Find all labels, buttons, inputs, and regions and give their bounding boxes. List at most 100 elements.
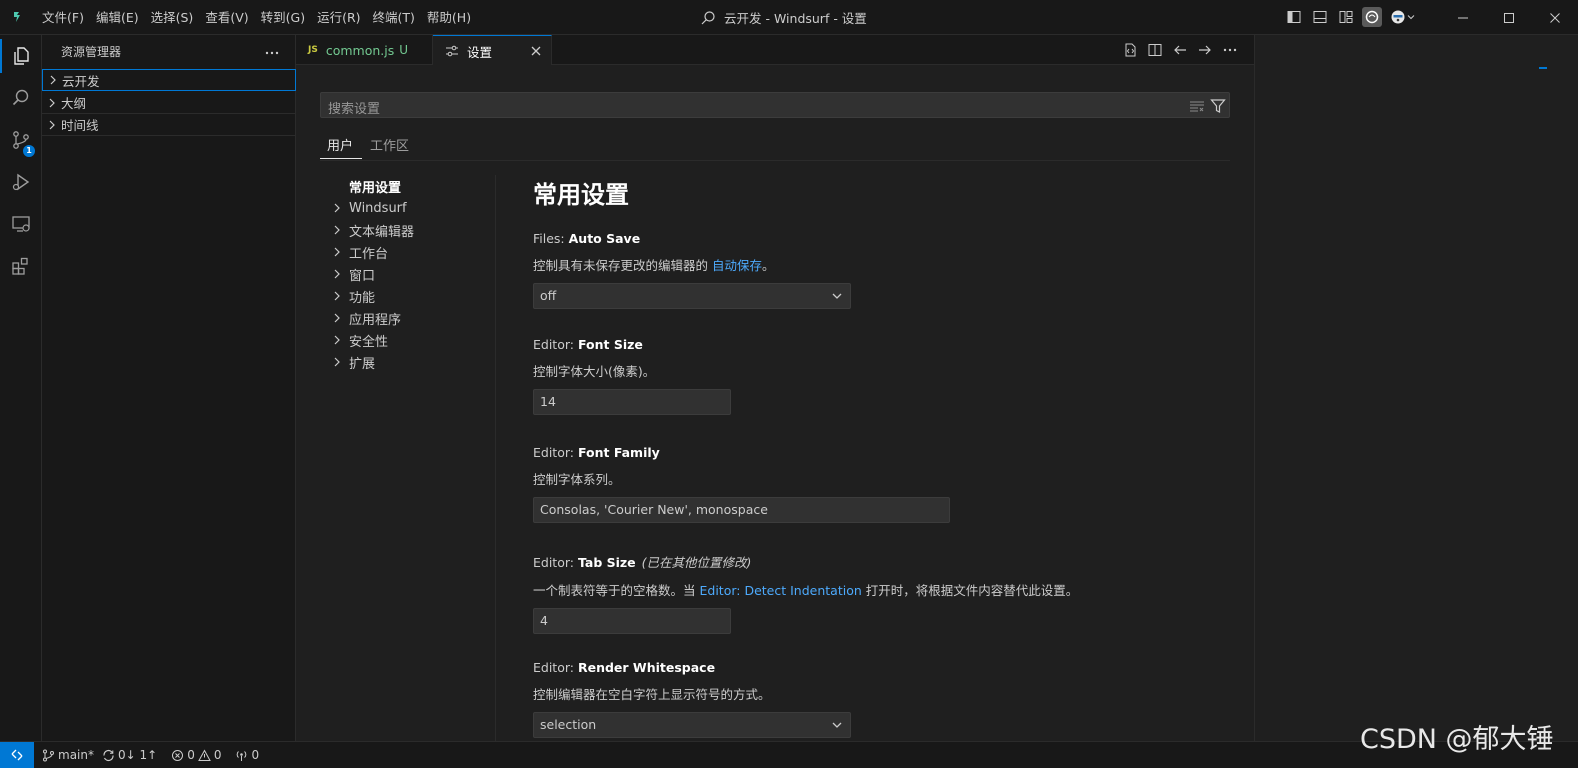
menu-selection[interactable]: 选择(S) (145, 0, 200, 35)
explorer-sidebar: 资源管理器 云开发 大纲 时间线 (42, 35, 296, 741)
font-family-input[interactable]: Consolas, 'Courier New', monospace (533, 497, 950, 523)
chevron-down-icon (832, 722, 842, 728)
menu-go[interactable]: 转到(G) (255, 0, 311, 35)
toc-item-features[interactable]: 功能 (330, 285, 490, 307)
git-branch-icon (43, 749, 54, 761)
activity-search[interactable] (0, 77, 42, 119)
error-icon (172, 749, 184, 761)
section-label: 云开发 (62, 73, 100, 89)
warning-count: 0 (213, 748, 222, 762)
toc-item-application[interactable]: 应用程序 (330, 307, 490, 329)
menu-edit[interactable]: 编辑(E) (90, 0, 145, 35)
toc-label: 功能 (349, 290, 376, 306)
arrow-left-icon[interactable] (1172, 42, 1188, 58)
setting-description: 一个制表符等于的空格数。当 Editor: Detect Indentation… (533, 580, 1078, 599)
toc-item-security[interactable]: 安全性 (330, 329, 490, 351)
split-editor-icon[interactable] (1147, 42, 1163, 58)
panel-bottom-icon (1313, 11, 1327, 23)
toc-label: 窗口 (349, 268, 376, 284)
maximize-button[interactable] (1486, 0, 1532, 35)
toc-label: 安全性 (349, 334, 389, 350)
toc-item-window[interactable]: 窗口 (330, 263, 490, 285)
sidebar-section-workspace[interactable]: 云开发 (42, 69, 296, 91)
setting-title: Files: Auto Save (533, 231, 851, 246)
modified-elsewhere-indicator[interactable]: (已在其他位置修改) (642, 555, 752, 570)
problems-status[interactable]: 0 0 (171, 748, 221, 762)
account-button[interactable] (1388, 7, 1418, 27)
activity-extensions[interactable] (0, 245, 42, 287)
maximize-icon (1504, 12, 1514, 23)
auto-save-select[interactable]: off (533, 283, 851, 309)
toc-item-commonly-used[interactable]: 常用设置 (330, 175, 490, 197)
setting-title: Editor: Render Whitespace (533, 660, 851, 675)
close-window-button[interactable] (1532, 0, 1578, 35)
menu-view[interactable]: 查看(V) (199, 0, 254, 35)
menu-help[interactable]: 帮助(H) (421, 0, 477, 35)
ports-status[interactable]: 0 (235, 748, 259, 762)
more-actions-icon[interactable] (1222, 42, 1238, 58)
chevron-right-icon (334, 225, 340, 235)
editor-actions (1122, 42, 1238, 58)
toc-item-extensions[interactable]: 扩展 (330, 351, 490, 373)
menu-bar: 文件(F) 编辑(E) 选择(S) 查看(V) 转到(G) 运行(R) 终端(T… (36, 0, 477, 35)
activity-explorer[interactable] (0, 35, 42, 77)
activity-remote-explorer[interactable] (0, 203, 42, 245)
cascade-toggle-button[interactable] (1362, 7, 1382, 27)
filter-icon[interactable] (1210, 98, 1226, 114)
auto-save-link[interactable]: 自动保存 (712, 258, 762, 273)
tab-label: common.js (325, 42, 395, 58)
chevron-down-icon (1407, 15, 1415, 20)
active-tab-indicator (320, 158, 362, 159)
setting-name: Tab Size (577, 555, 636, 570)
toggle-panel-button[interactable] (1310, 7, 1330, 27)
menu-file[interactable]: 文件(F) (36, 0, 90, 35)
customize-layout-button[interactable] (1336, 7, 1356, 27)
setting-category: Editor: (533, 660, 578, 675)
render-whitespace-select[interactable]: selection (533, 712, 851, 738)
toc-item-workbench[interactable]: 工作台 (330, 241, 490, 263)
watermark: CSDN @郁大锤 (1360, 724, 1554, 755)
font-size-input[interactable]: 14 (533, 389, 731, 415)
activity-source-control[interactable]: 1 (0, 119, 42, 161)
minimize-button[interactable] (1440, 0, 1486, 35)
window-title: 云开发 - Windsurf - 设置 (724, 11, 867, 26)
command-center[interactable]: 云开发 - Windsurf - 设置 (700, 0, 867, 35)
files-icon (14, 47, 29, 65)
settings-search-input[interactable]: 搜索设置 (320, 92, 1230, 118)
layout-icon (1339, 11, 1353, 23)
tab-size-input[interactable]: 4 (533, 608, 731, 634)
sidebar-section-timeline[interactable]: 时间线 (42, 114, 296, 136)
arrow-right-icon[interactable] (1197, 42, 1213, 58)
toc-divider (495, 175, 496, 741)
tab-common-js[interactable]: JS common.js U (296, 35, 433, 65)
clear-filter-icon[interactable] (1189, 98, 1205, 114)
setting-category: Editor: (533, 555, 578, 570)
git-branch-status[interactable]: main* (42, 748, 94, 762)
more-actions-icon[interactable] (264, 45, 280, 61)
setting-title: Editor: Font Family (533, 445, 950, 460)
title-bar: 文件(F) 编辑(E) 选择(S) 查看(V) 转到(G) 运行(R) 终端(T… (0, 0, 1578, 35)
toggle-primary-sidebar-button[interactable] (1284, 7, 1304, 27)
toc-item-windsurf[interactable]: Windsurf (330, 197, 490, 219)
setting-editor-tab-size: Editor: Tab Size (已在其他位置修改) 一个制表符等于的空格数。当… (533, 552, 1078, 634)
menu-run[interactable]: 运行(R) (311, 0, 366, 35)
menu-terminal[interactable]: 终端(T) (367, 0, 421, 35)
detect-indentation-link[interactable]: Editor: Detect Indentation (699, 583, 861, 598)
toc-item-text-editor[interactable]: 文本编辑器 (330, 219, 490, 241)
sidebar-section-outline[interactable]: 大纲 (42, 92, 296, 114)
sync-status[interactable]: 0↓ 1↑ (102, 748, 157, 762)
tab-workspace-settings[interactable]: 工作区 (370, 135, 409, 154)
windsurf-logo-icon[interactable] (10, 9, 26, 25)
tab-settings[interactable]: 设置 (433, 35, 552, 66)
open-settings-json-icon[interactable] (1122, 42, 1138, 58)
remote-indicator-button[interactable] (0, 742, 34, 768)
activity-bar: 1 (0, 35, 42, 741)
section-heading: 常用设置 (533, 181, 629, 209)
close-tab-icon[interactable] (529, 44, 543, 58)
search-icon (12, 89, 29, 106)
description-text: 。 (762, 258, 775, 273)
activity-run-debug[interactable] (0, 161, 42, 203)
setting-editor-render-whitespace: Editor: Render Whitespace 控制编辑器在空白字符上显示符… (533, 660, 851, 738)
cascade-icon (1365, 10, 1379, 24)
tab-user-settings[interactable]: 用户 (327, 135, 353, 154)
